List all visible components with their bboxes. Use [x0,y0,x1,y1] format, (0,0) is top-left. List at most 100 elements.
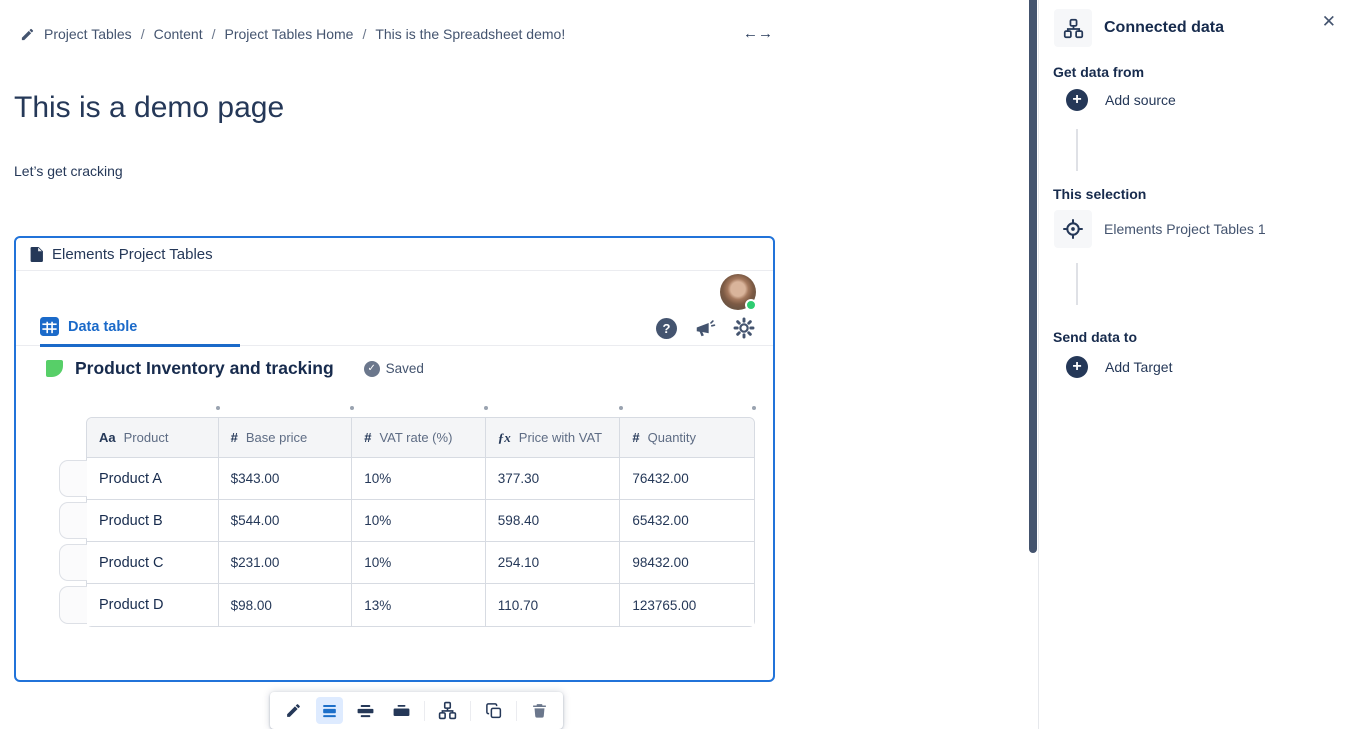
selection-item-label: Elements Project Tables 1 [1104,221,1266,237]
cell[interactable]: $544.00 [219,500,353,541]
cell[interactable]: 10% [352,500,486,541]
connector-line [1076,263,1078,305]
tab-label: Data table [68,319,137,335]
breadcrumb-separator: / [212,26,216,42]
cell[interactable]: 123765.00 [620,584,754,626]
trash-button[interactable] [526,697,553,724]
cell[interactable]: 13% [352,584,486,626]
cell[interactable]: $231.00 [219,542,353,583]
column-header-quantity[interactable]: # Quantity [620,418,754,457]
scrollbar-thumb[interactable] [1029,0,1037,553]
gear-icon[interactable] [733,317,755,339]
edit-button[interactable] [280,697,307,724]
cell[interactable]: $343.00 [219,458,353,499]
row-drag-handle[interactable] [59,544,87,581]
column-marker-dot [216,406,220,410]
cell[interactable]: 76432.00 [620,458,754,499]
row-drag-handle[interactable] [59,586,87,624]
toolbar-divider [424,701,425,721]
column-marker-dot [484,406,488,410]
page-icon [30,247,43,262]
column-header-vat-rate[interactable]: # VAT rate (%) [352,418,486,457]
breadcrumb: Project Tables / Content / Project Table… [20,26,565,42]
table-row: Product D $98.00 13% 110.70 123765.00 [87,584,754,626]
breadcrumb-item-home[interactable]: Project Tables Home [225,26,354,42]
copy-button[interactable] [480,697,507,724]
number-type-icon: # [231,430,238,445]
breadcrumb-separator: / [362,26,366,42]
text-type-icon: Aa [99,430,116,445]
cell[interactable]: 110.70 [486,584,621,626]
resize-horizontal-icon[interactable]: ←→ [743,25,773,42]
column-header-product[interactable]: Aa Product [87,418,219,457]
data-grid: Aa Product # Base price # VAT rate (%) ƒ… [86,417,755,627]
panel-divider [1038,0,1039,729]
get-data-from-label: Get data from [1053,64,1144,80]
tab-data-table[interactable]: Data table [40,317,137,336]
plus-icon: + [1066,89,1088,111]
cell[interactable]: Product D [87,584,219,626]
layout-full-width-button[interactable] [388,697,415,724]
table-row: Product B $544.00 10% 598.40 65432.00 [87,500,754,542]
cell[interactable]: 10% [352,542,486,583]
row-drag-handle[interactable] [59,460,87,497]
breadcrumb-item-space[interactable]: Project Tables [44,26,132,42]
formula-type-icon: ƒx [498,430,511,446]
active-tab-underline [40,344,240,347]
row-drag-handle[interactable] [59,502,87,539]
cell[interactable]: Product A [87,458,219,499]
selection-item[interactable]: Elements Project Tables 1 [1054,210,1266,248]
sitemap-icon [1054,9,1092,47]
check-circle-icon: ✓ [364,361,380,377]
cell[interactable]: 254.10 [486,542,621,583]
column-marker-dot [350,406,354,410]
saved-status-badge: ✓ Saved [364,361,424,377]
connector-line [1076,129,1078,171]
breadcrumb-item-current[interactable]: This is the Spreadsheet demo! [375,26,565,42]
connected-data-button[interactable] [434,697,461,724]
saved-label: Saved [386,361,424,376]
macro-toolbar [270,692,563,729]
table-row: Product A $343.00 10% 377.30 76432.00 [87,458,754,500]
column-marker-dot [619,406,623,410]
cell[interactable]: Product C [87,542,219,583]
layout-wide-button[interactable] [352,697,379,724]
megaphone-icon[interactable] [694,317,716,339]
breadcrumb-item-content[interactable]: Content [154,26,203,42]
add-target-button[interactable]: + Add Target [1066,356,1172,378]
cell[interactable]: 10% [352,458,486,499]
panel-header: Connected data [1054,9,1342,47]
widget-title: Elements Project Tables [52,246,213,263]
target-icon [1054,210,1092,248]
help-icon[interactable]: ? [656,318,677,339]
breadcrumb-separator: / [141,26,145,42]
table-grid-icon [40,317,59,336]
pencil-icon[interactable] [20,27,35,42]
cell[interactable]: Product B [87,500,219,541]
send-data-to-label: Send data to [1053,329,1137,345]
plus-icon: + [1066,356,1088,378]
number-type-icon: # [364,430,371,445]
cell[interactable]: 377.30 [486,458,621,499]
cell[interactable]: $98.00 [219,584,353,626]
sheet-title[interactable]: Product Inventory and tracking [75,358,334,379]
widget-header: Elements Project Tables [16,238,773,271]
toolbar-divider [516,701,517,721]
toolbar-divider [470,701,471,721]
leaf-icon [46,360,63,377]
cell[interactable]: 65432.00 [620,500,754,541]
cell[interactable]: 98432.00 [620,542,754,583]
add-source-button[interactable]: + Add source [1066,89,1176,111]
page-intro: Let’s get cracking [14,163,123,179]
column-marker-dot [752,406,756,410]
page: Project Tables / Content / Project Table… [0,0,1356,729]
column-header-base-price[interactable]: # Base price [219,418,353,457]
avatar[interactable] [720,274,756,310]
cell[interactable]: 598.40 [486,500,621,541]
presence-dot [745,299,757,311]
column-header-price-with-vat[interactable]: ƒx Price with VAT [486,418,621,457]
tabbar-actions: ? [656,317,755,339]
page-title: This is a demo page [14,91,284,125]
layout-center-button[interactable] [316,697,343,724]
close-icon[interactable]: ✕ [1322,12,1336,32]
